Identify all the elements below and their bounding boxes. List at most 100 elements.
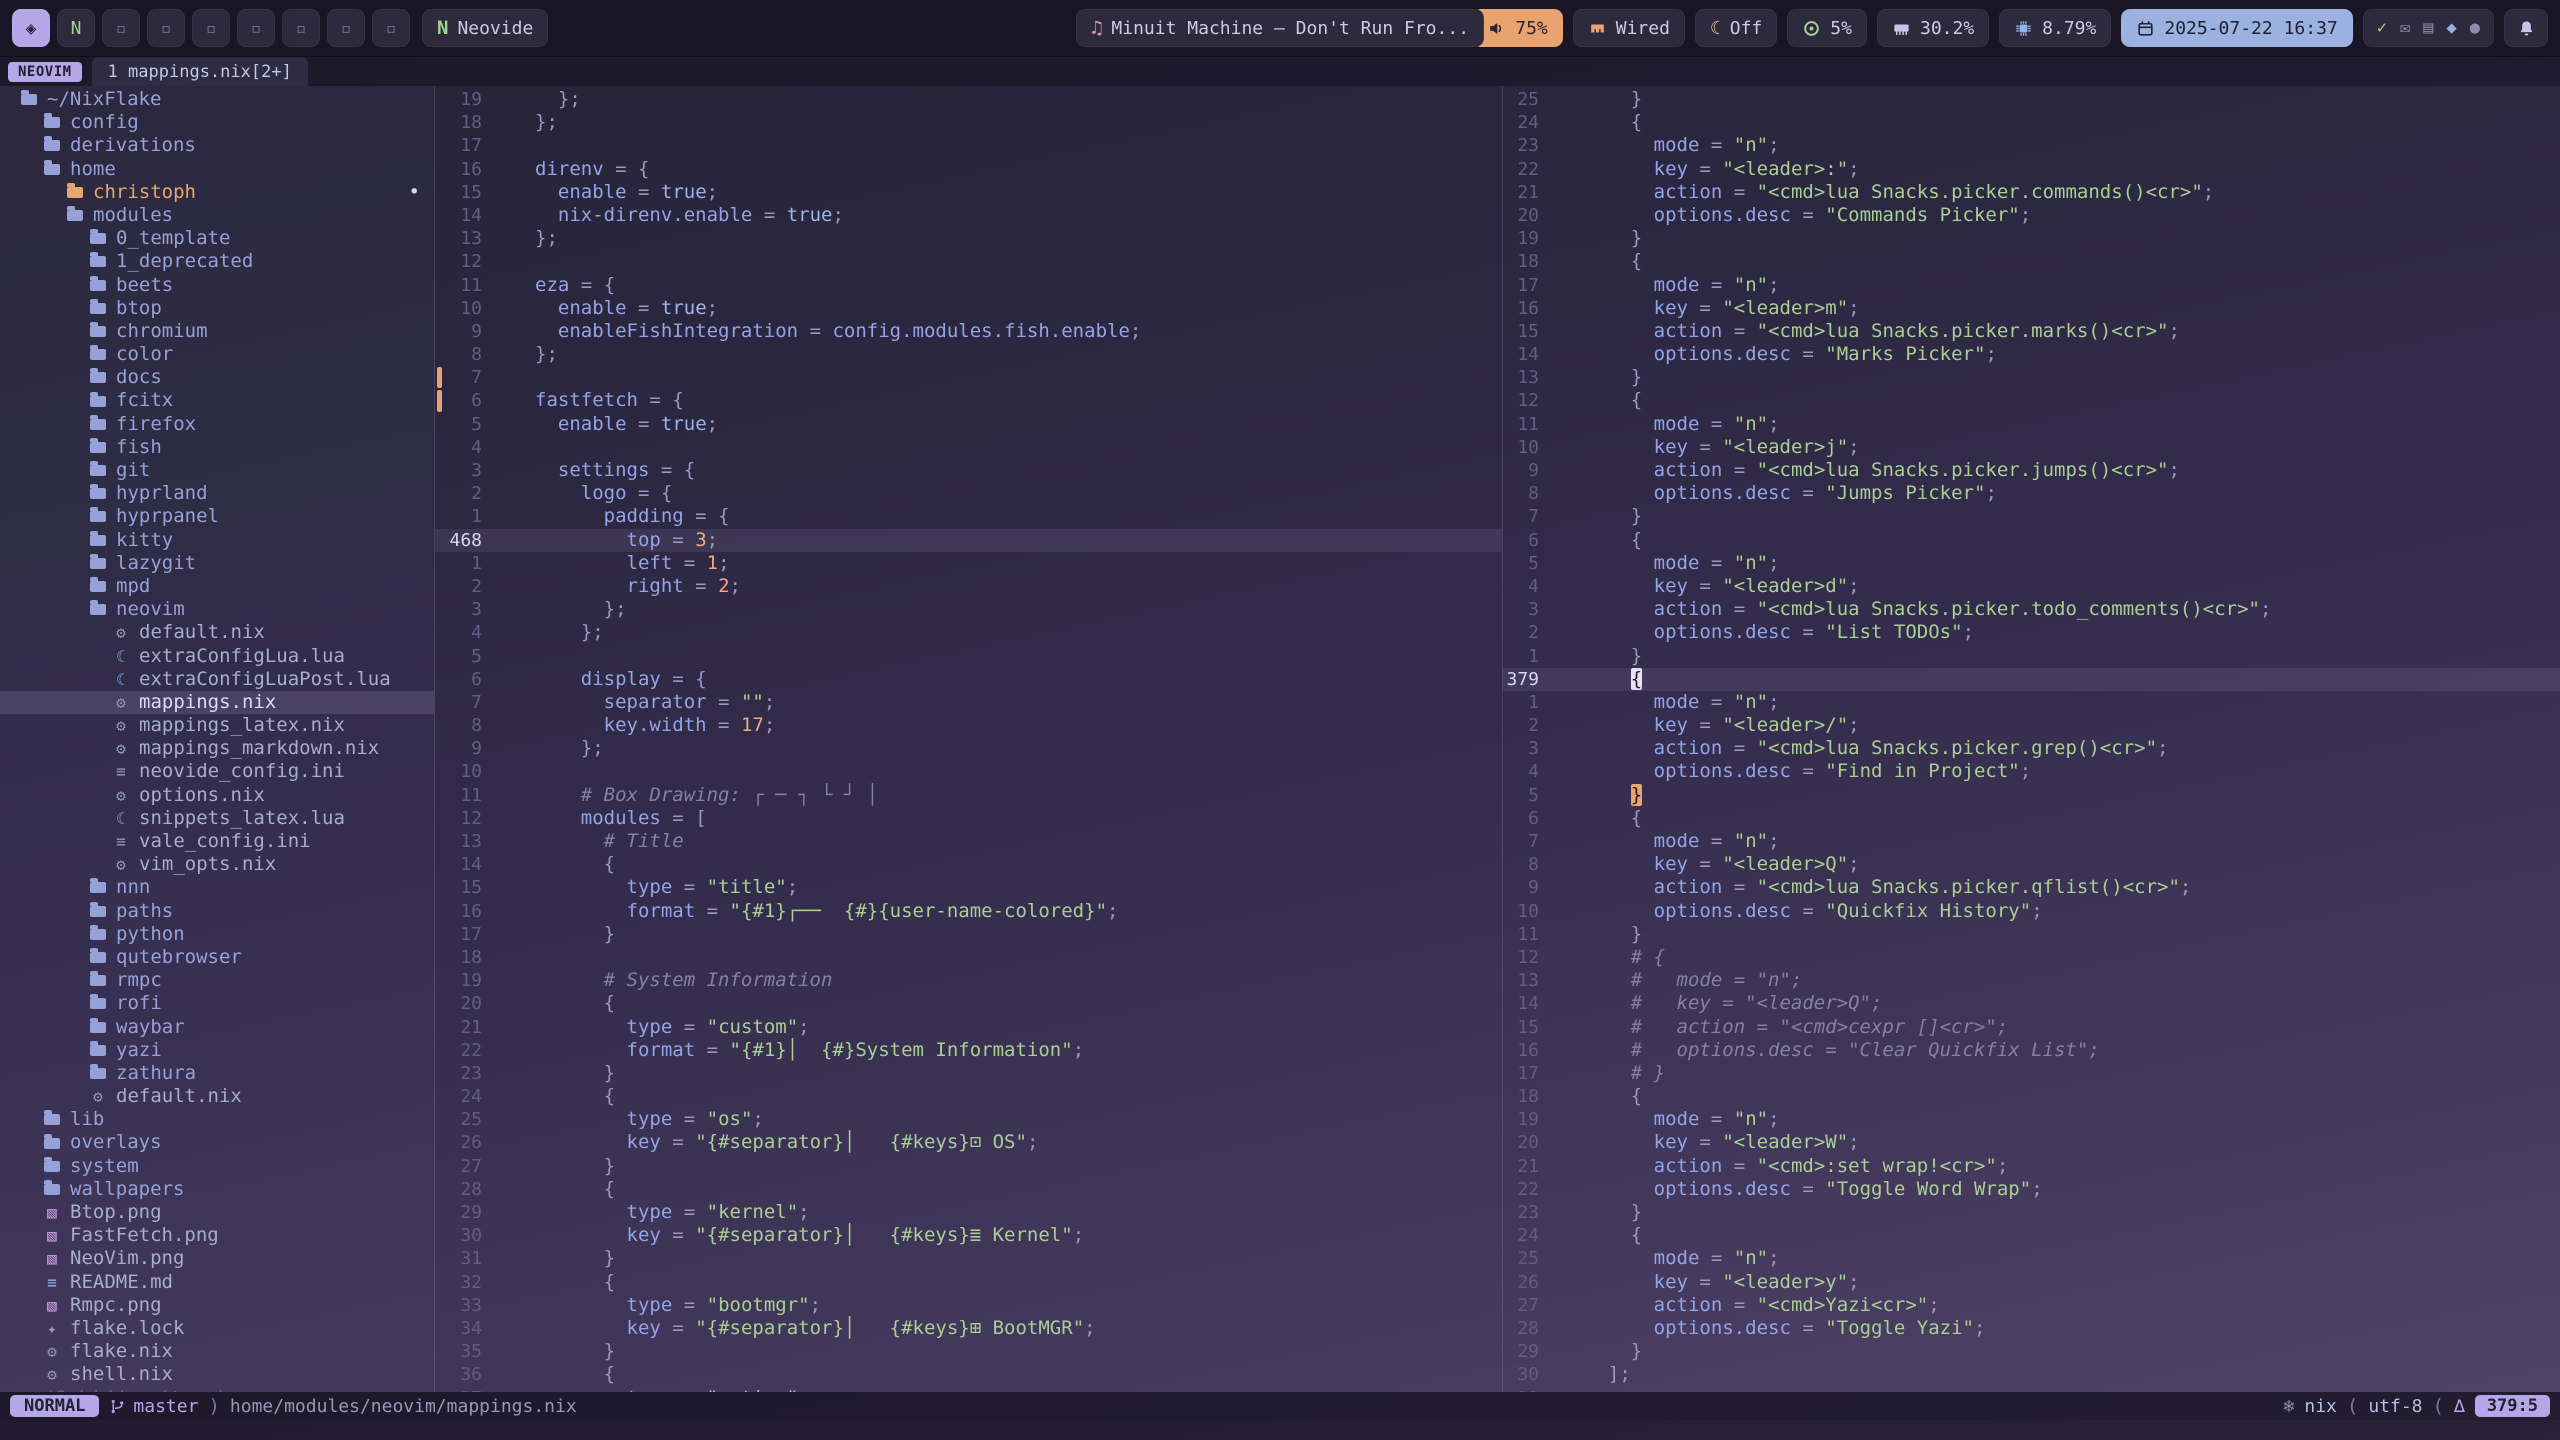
code-line[interactable]: 25 mode = "n";: [1503, 1247, 2560, 1270]
code-line[interactable]: 7 mode = "n";: [1503, 830, 2560, 853]
tree-item-qutebrowser[interactable]: qutebrowser: [0, 946, 434, 969]
tree-item-neovim[interactable]: neovim: [0, 598, 434, 621]
code-line[interactable]: 4 options.desc = "Find in Project";: [1503, 760, 2560, 783]
workspace-7[interactable]: ▫: [282, 9, 320, 47]
code-line[interactable]: 25 type = "os";: [435, 1108, 1502, 1131]
tree-item-btop-png[interactable]: ▧Btop.png: [0, 1201, 434, 1224]
code-line[interactable]: 14 {: [435, 853, 1502, 876]
code-line[interactable]: 3 };: [435, 598, 1502, 621]
code-line[interactable]: 24 {: [1503, 1224, 2560, 1247]
code-line[interactable]: 30 key = "{#separator}│ {#keys}≣ Kernel"…: [435, 1224, 1502, 1247]
workspace-3[interactable]: ▫: [102, 9, 140, 47]
tree-item-beets[interactable]: beets: [0, 274, 434, 297]
tree-item-overlays[interactable]: overlays: [0, 1131, 434, 1154]
code-line[interactable]: 9 action = "<cmd>lua Snacks.picker.qflis…: [1503, 876, 2560, 899]
editor-pane-left[interactable]: 19 };18};1716direnv = {15 enable = true;…: [435, 86, 1502, 1392]
code-line[interactable]: 16direnv = {: [435, 158, 1502, 181]
code-line[interactable]: 6 display = {: [435, 668, 1502, 691]
code-line[interactable]: 28 options.desc = "Toggle Yazi";: [1503, 1317, 2560, 1340]
tree-item-vim-opts-nix[interactable]: ⚙vim_opts.nix: [0, 853, 434, 876]
tree-item-chromium[interactable]: chromium: [0, 320, 434, 343]
workspace-9[interactable]: ▫: [372, 9, 410, 47]
command-line[interactable]: [0, 1420, 2560, 1440]
tree-item-options-nix[interactable]: ⚙options.nix: [0, 784, 434, 807]
code-line[interactable]: 16 # options.desc = "Clear Quickfix List…: [1503, 1039, 2560, 1062]
code-line[interactable]: 16 key = "<leader>m";: [1503, 297, 2560, 320]
code-line[interactable]: 11eza = {: [435, 274, 1502, 297]
code-line[interactable]: 19 # System Information: [435, 969, 1502, 992]
tree-item-fastfetch-png[interactable]: ▧FastFetch.png: [0, 1224, 434, 1247]
code-line[interactable]: 15 type = "title";: [435, 876, 1502, 899]
tree-item-system[interactable]: system: [0, 1155, 434, 1178]
workspace-8[interactable]: ▫: [327, 9, 365, 47]
tree-item-default-nix[interactable]: ⚙default.nix: [0, 621, 434, 644]
window-title-module[interactable]: N Neovide: [422, 9, 548, 47]
code-line[interactable]: 19 };: [435, 88, 1502, 111]
code-line[interactable]: 6 {: [1503, 529, 2560, 552]
code-line[interactable]: 8 options.desc = "Jumps Picker";: [1503, 482, 2560, 505]
code-line[interactable]: 22 options.desc = "Toggle Word Wrap";: [1503, 1178, 2560, 1201]
tree-item-python[interactable]: python: [0, 923, 434, 946]
code-line[interactable]: 14 # key = "<leader>Q";: [1503, 992, 2560, 1015]
code-line[interactable]: 9 };: [435, 737, 1502, 760]
workspace-2[interactable]: N: [57, 9, 95, 47]
tree-item-paths[interactable]: paths: [0, 900, 434, 923]
tree-item-0-template[interactable]: 0_template: [0, 227, 434, 250]
code-line[interactable]: 22 format = "{#1}│ {#}System Information…: [435, 1039, 1502, 1062]
tree-item-color[interactable]: color: [0, 343, 434, 366]
code-line[interactable]: 10 options.desc = "Quickfix History";: [1503, 900, 2560, 923]
code-line[interactable]: 16 format = "{#1}┌── {#}{user-name-color…: [435, 900, 1502, 923]
code-line[interactable]: 18: [435, 946, 1502, 969]
tree-item-lib[interactable]: lib: [0, 1108, 434, 1131]
code-line[interactable]: 5 enable = true;: [435, 413, 1502, 436]
tree-item-vale-config-ini[interactable]: ≡vale_config.ini: [0, 830, 434, 853]
code-line[interactable]: 13 # mode = "n";: [1503, 969, 2560, 992]
disk-module[interactable]: 5%: [1787, 9, 1867, 47]
code-line[interactable]: 11 mode = "n";: [1503, 413, 2560, 436]
code-line[interactable]: 32 {: [435, 1271, 1502, 1294]
tree-item-shell-nix[interactable]: ⚙shell.nix: [0, 1363, 434, 1386]
code-line[interactable]: 13 }: [1503, 366, 2560, 389]
code-line[interactable]: 7 }: [1503, 505, 2560, 528]
code-line[interactable]: 2 logo = {: [435, 482, 1502, 505]
code-line[interactable]: 33 type = "bootmgr";: [435, 1294, 1502, 1317]
tree-item-neovim-png[interactable]: ▧NeoVim.png: [0, 1247, 434, 1270]
volume-module[interactable]: 75%: [1472, 9, 1563, 47]
code-line[interactable]: 17: [435, 134, 1502, 157]
tree-item-extraconfiglua-lua[interactable]: ☾extraConfigLua.lua: [0, 645, 434, 668]
tree-item-neovide-config-ini[interactable]: ≡neovide_config.ini: [0, 760, 434, 783]
code-line[interactable]: 8 key.width = 17;: [435, 714, 1502, 737]
code-line[interactable]: 6 {: [1503, 807, 2560, 830]
tree-item-home[interactable]: home: [0, 158, 434, 181]
tree-item-default-nix[interactable]: ⚙default.nix: [0, 1085, 434, 1108]
notification-bell[interactable]: [2504, 9, 2548, 47]
code-line[interactable]: 2 key = "<leader>/";: [1503, 714, 2560, 737]
code-line[interactable]: 6fastfetch = {: [435, 389, 1502, 412]
code-line[interactable]: 1 }: [1503, 645, 2560, 668]
code-line[interactable]: 18 {: [1503, 250, 2560, 273]
code-line[interactable]: 15 # action = "<cmd>cexpr []<cr>";: [1503, 1016, 2560, 1039]
code-line[interactable]: 26 key = "{#separator}│ {#keys}⊡ OS";: [435, 1131, 1502, 1154]
code-line[interactable]: 12 modules = [: [435, 807, 1502, 830]
code-line[interactable]: 19 }: [1503, 227, 2560, 250]
tree-item-rmpc[interactable]: rmpc: [0, 969, 434, 992]
tree-item-wallpapers[interactable]: wallpapers: [0, 1178, 434, 1201]
idle-module[interactable]: ☾Off: [1695, 9, 1777, 47]
tree-item-zathura[interactable]: zathura: [0, 1062, 434, 1085]
code-line[interactable]: 2 right = 2;: [435, 575, 1502, 598]
music-module[interactable]: ♫ Minuit Machine – Don't Run Fro...: [1076, 9, 1484, 47]
code-line[interactable]: 1 padding = {: [435, 505, 1502, 528]
tree-item-flake-nix[interactable]: ⚙flake.nix: [0, 1340, 434, 1363]
tree-item-kitty[interactable]: kitty: [0, 529, 434, 552]
tree-item-mappings-markdown-nix[interactable]: ⚙mappings_markdown.nix: [0, 737, 434, 760]
code-line[interactable]: 15 enable = true;: [435, 181, 1502, 204]
tree-item-fcitx[interactable]: fcitx: [0, 389, 434, 412]
tree-item-docs[interactable]: docs: [0, 366, 434, 389]
code-line[interactable]: 24 {: [435, 1085, 1502, 1108]
code-line[interactable]: 8};: [435, 343, 1502, 366]
code-line[interactable]: 24 {: [1503, 111, 2560, 134]
network-module[interactable]: Wired: [1573, 9, 1685, 47]
code-line[interactable]: 21 type = "custom";: [435, 1016, 1502, 1039]
tree-item-flake-lock[interactable]: ✦flake.lock: [0, 1317, 434, 1340]
code-line[interactable]: 10 enable = true;: [435, 297, 1502, 320]
